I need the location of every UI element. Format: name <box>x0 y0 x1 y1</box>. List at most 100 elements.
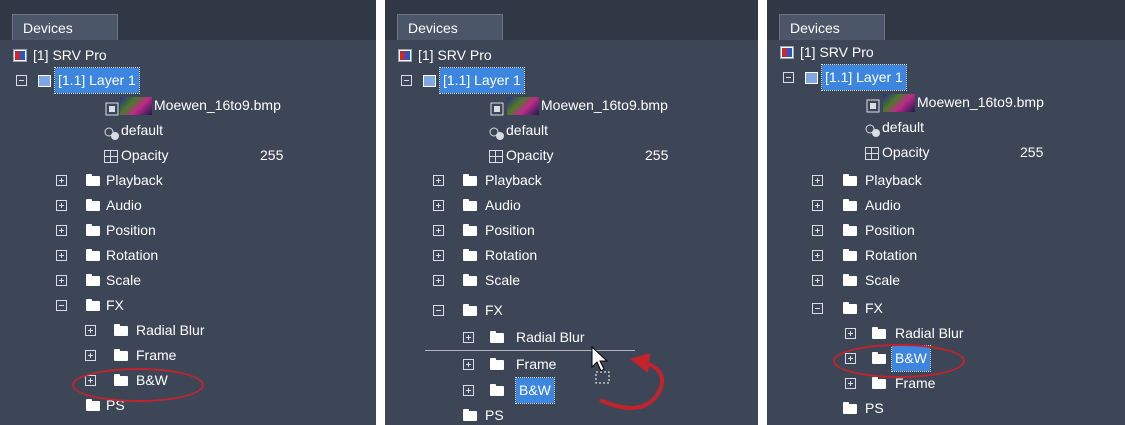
opacity-value[interactable]: 255 <box>260 143 283 168</box>
tree-item-playback[interactable]: Playback <box>767 168 1125 193</box>
tree-item-rotation[interactable]: Rotation <box>0 243 376 268</box>
expand-icon[interactable] <box>463 385 474 396</box>
folder-icon <box>86 224 100 236</box>
layer-label: [1.1] Layer 1 <box>439 67 525 94</box>
tree-item-radial-blur[interactable]: Radial Blur <box>767 321 1125 346</box>
tree-item-server[interactable]: [1] SRV Pro <box>0 43 376 68</box>
tab-devices[interactable]: Devices <box>12 14 118 40</box>
tree-item-layer[interactable]: [1.1] Layer 1 <box>767 64 1125 91</box>
mapping-icon <box>865 121 880 137</box>
media-file-icon <box>490 99 504 116</box>
tree-item-position[interactable]: Position <box>385 218 758 243</box>
collapse-icon[interactable] <box>812 303 823 314</box>
tree-item-opacity[interactable]: Opacity 255 <box>767 140 1125 165</box>
expand-icon[interactable] <box>433 225 444 236</box>
tree-item-frame[interactable]: Frame <box>0 343 376 368</box>
expand-icon[interactable] <box>812 250 823 261</box>
tree-item-bw[interactable]: B&W <box>385 377 758 404</box>
tree-item-audio[interactable]: Audio <box>0 193 376 218</box>
expand-icon[interactable] <box>433 275 444 286</box>
tree-item-opacity[interactable]: Opacity 255 <box>0 143 376 168</box>
devices-panel-before: Devices [1] SRV Pro [1.1] Layer 1 Moewen… <box>0 0 376 425</box>
tree-item-radial-blur[interactable]: Radial Blur <box>0 318 376 343</box>
expand-icon[interactable] <box>463 332 474 343</box>
playback-label: Playback <box>865 172 922 188</box>
server-icon <box>13 49 27 62</box>
tree-item-rotation[interactable]: Rotation <box>385 243 758 268</box>
media-thumbnail <box>507 97 539 115</box>
tree-item-playback[interactable]: Playback <box>0 168 376 193</box>
server-label: [1] SRV Pro <box>800 44 874 60</box>
tree-item-scale[interactable]: Scale <box>767 268 1125 293</box>
playback-label: Playback <box>106 172 163 188</box>
tree-item-fx[interactable]: FX <box>767 296 1125 321</box>
tab-bar: Devices <box>385 0 758 40</box>
expand-icon[interactable] <box>56 175 67 186</box>
layer-icon <box>38 75 51 87</box>
tree-item-layer[interactable]: [1.1] Layer 1 <box>0 67 376 94</box>
expand-icon[interactable] <box>433 200 444 211</box>
tree-item-default[interactable]: default <box>385 118 758 143</box>
rotation-label: Rotation <box>106 247 159 263</box>
tree-item-playback[interactable]: Playback <box>385 168 758 193</box>
tree-item-position[interactable]: Position <box>767 218 1125 243</box>
expand-icon[interactable] <box>433 175 444 186</box>
expand-icon[interactable] <box>56 250 67 261</box>
tree-item-server[interactable]: [1] SRV Pro <box>385 43 758 68</box>
folder-icon <box>872 327 886 339</box>
tree-item-position[interactable]: Position <box>0 218 376 243</box>
collapse-icon[interactable] <box>56 300 67 311</box>
tree-item-radial-blur[interactable]: Radial Blur <box>385 325 758 350</box>
tab-devices[interactable]: Devices <box>779 14 885 40</box>
tree-item-frame[interactable]: Frame <box>767 371 1125 396</box>
tree-item-fx[interactable]: FX <box>0 293 376 318</box>
expand-icon[interactable] <box>56 225 67 236</box>
expand-icon[interactable] <box>812 200 823 211</box>
expand-icon[interactable] <box>463 359 474 370</box>
expand-icon[interactable] <box>812 175 823 186</box>
tree-item-scale[interactable]: Scale <box>0 268 376 293</box>
tree-item-default[interactable]: default <box>0 118 376 143</box>
tree-item-layer[interactable]: [1.1] Layer 1 <box>385 67 758 94</box>
tree-item-scale[interactable]: Scale <box>385 268 758 293</box>
expand-icon[interactable] <box>433 250 444 261</box>
expand-icon[interactable] <box>845 378 856 389</box>
folder-icon <box>843 199 857 211</box>
folder-icon <box>463 304 477 316</box>
collapse-icon[interactable] <box>783 72 794 83</box>
tree-item-media[interactable]: Moewen_16to9.bmp <box>767 90 1125 115</box>
tree-item-media[interactable]: Moewen_16to9.bmp <box>385 93 758 118</box>
layer-label: [1.1] Layer 1 <box>54 67 140 94</box>
collapse-icon[interactable] <box>433 305 444 316</box>
tree-item-frame[interactable]: Frame <box>385 352 758 377</box>
tree-item-ps[interactable]: PS <box>385 403 758 425</box>
tree-item-server[interactable]: [1] SRV Pro <box>767 40 1125 65</box>
tree-item-ps[interactable]: PS <box>0 393 376 418</box>
collapse-icon[interactable] <box>16 75 27 86</box>
tree-item-opacity[interactable]: Opacity 255 <box>385 143 758 168</box>
collapse-icon[interactable] <box>401 75 412 86</box>
expand-icon[interactable] <box>812 225 823 236</box>
expand-icon[interactable] <box>85 325 96 336</box>
expand-icon[interactable] <box>56 200 67 211</box>
opacity-value[interactable]: 255 <box>645 143 668 168</box>
expand-icon[interactable] <box>56 275 67 286</box>
tree-item-rotation[interactable]: Rotation <box>767 243 1125 268</box>
parameter-icon <box>489 150 503 163</box>
tree-item-audio[interactable]: Audio <box>385 193 758 218</box>
tree-item-default[interactable]: default <box>767 115 1125 140</box>
tree-item-media[interactable]: Moewen_16to9.bmp <box>0 93 376 118</box>
tree-item-fx[interactable]: FX <box>385 298 758 323</box>
scale-label: Scale <box>865 272 901 288</box>
position-label: Position <box>865 222 915 238</box>
tab-devices[interactable]: Devices <box>397 14 503 40</box>
tree-item-audio[interactable]: Audio <box>767 193 1125 218</box>
default-label: default <box>121 122 164 138</box>
tree-item-ps[interactable]: PS <box>767 396 1125 421</box>
opacity-value[interactable]: 255 <box>1020 140 1043 165</box>
folder-icon <box>463 274 477 286</box>
expand-icon[interactable] <box>845 328 856 339</box>
folder-icon <box>490 358 504 370</box>
expand-icon[interactable] <box>85 350 96 361</box>
expand-icon[interactable] <box>812 275 823 286</box>
